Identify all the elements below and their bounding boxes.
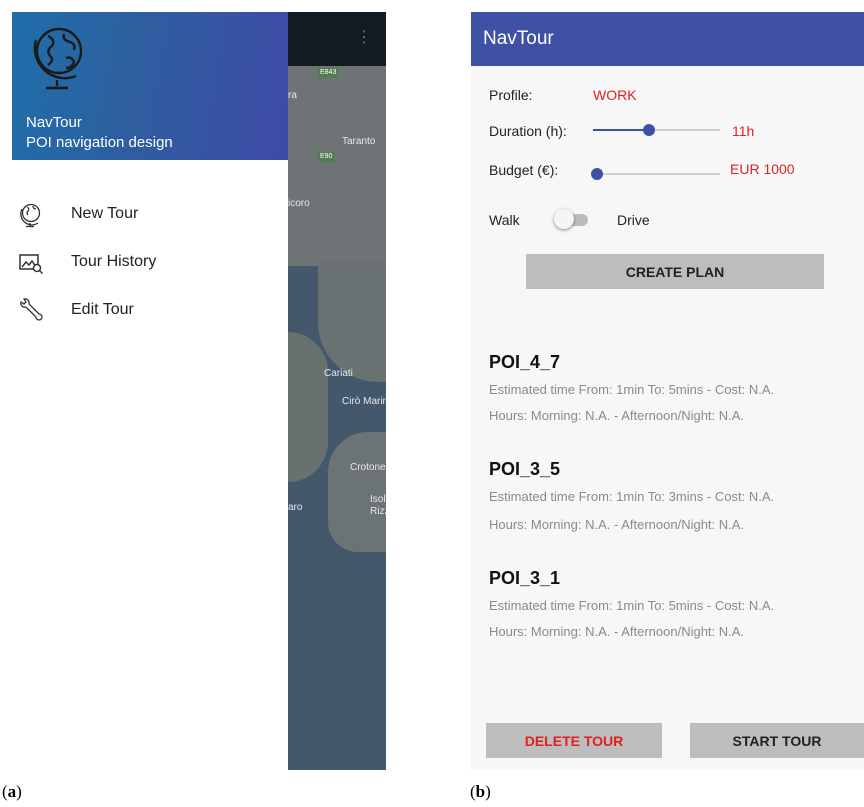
duration-value: 11h <box>732 123 755 139</box>
map-place-label: Cariati <box>324 368 353 379</box>
map-place-label: ra <box>288 90 297 101</box>
drawer-subtitle: POI navigation design <box>26 134 173 151</box>
poi-title: POI_4_7 <box>489 352 561 372</box>
nav-item-edit-tour[interactable]: Edit Tour <box>12 292 288 332</box>
poi-hours: Hours: Morning: N.A. - Afternoon/Night: … <box>489 624 745 639</box>
duration-label: Duration (h): <box>489 123 567 139</box>
poi-hours: Hours: Morning: N.A. - Afternoon/Night: … <box>489 517 745 532</box>
phone-screen-drawer: ⋮ E843 E90 ra Taranto icoro Cariati Cirò… <box>12 12 386 770</box>
drawer-header: NavTour POI navigation design <box>12 12 288 160</box>
poi-title: POI_3_1 <box>489 568 561 588</box>
caption-a: (a) <box>2 782 22 801</box>
app-title: NavTour <box>483 28 554 49</box>
poi-hours: Hours: Morning: N.A. - Afternoon/Night: … <box>489 408 745 423</box>
nav-item-new-tour[interactable]: New Tour <box>12 196 288 236</box>
map-place-label: Rizzuto <box>370 506 386 517</box>
caption-b: (b) <box>470 782 491 801</box>
globe-icon <box>33 27 83 90</box>
create-plan-button[interactable]: CREATE PLAN <box>526 254 824 289</box>
map-view[interactable]: ⋮ E843 E90 ra Taranto icoro Cariati Cirò… <box>288 12 386 770</box>
profile-label: Profile: <box>489 87 533 103</box>
drawer-app-name: NavTour <box>26 114 82 131</box>
map-place-label: Crotone <box>350 462 386 473</box>
map-place-label: Taranto <box>342 136 376 147</box>
start-tour-button[interactable]: START TOUR <box>690 723 864 758</box>
profile-value[interactable]: WORK <box>593 87 637 103</box>
map-place-label: aro <box>288 502 303 513</box>
nav-label: New Tour <box>71 205 139 222</box>
map-scrim <box>288 66 386 770</box>
budget-slider-thumb[interactable] <box>591 168 603 180</box>
kebab-icon[interactable]: ⋮ <box>356 30 372 46</box>
nav-label: Edit Tour <box>71 301 134 318</box>
map-toolbar: ⋮ <box>288 12 386 66</box>
duration-slider-thumb[interactable] <box>643 124 655 136</box>
map-place-label: Isola di <box>370 494 386 505</box>
map-road-label: E90 <box>318 152 335 162</box>
walk-label: Walk <box>489 212 520 228</box>
nav-label: Tour History <box>71 253 157 270</box>
budget-label: Budget (€): <box>489 162 559 178</box>
nav-item-tour-history[interactable]: Tour History <box>12 244 288 284</box>
budget-value: EUR 1000 <box>730 161 795 177</box>
image-search-icon <box>19 254 44 275</box>
map-place-label: Cirò Marina <box>342 396 386 407</box>
phone-screen-plan: NavTour Profile: WORK Duration (h): 11h … <box>471 12 864 770</box>
map-road-label: E843 <box>318 68 339 78</box>
poi-time: Estimated time From: 1min To: 3mins - Co… <box>489 489 775 504</box>
app-bar: NavTour <box>471 12 864 66</box>
delete-tour-button[interactable]: DELETE TOUR <box>486 723 662 758</box>
map-place-label: icoro <box>288 198 310 209</box>
poi-time: Estimated time From: 1min To: 5mins - Co… <box>489 598 775 613</box>
drive-label: Drive <box>617 212 650 228</box>
poi-time: Estimated time From: 1min To: 5mins - Co… <box>489 382 775 397</box>
navigation-drawer: New Tour Tour History Edit Tour <box>12 160 288 770</box>
poi-title: POI_3_5 <box>489 459 561 479</box>
wrench-icon <box>20 298 43 321</box>
globe-icon <box>20 203 41 228</box>
